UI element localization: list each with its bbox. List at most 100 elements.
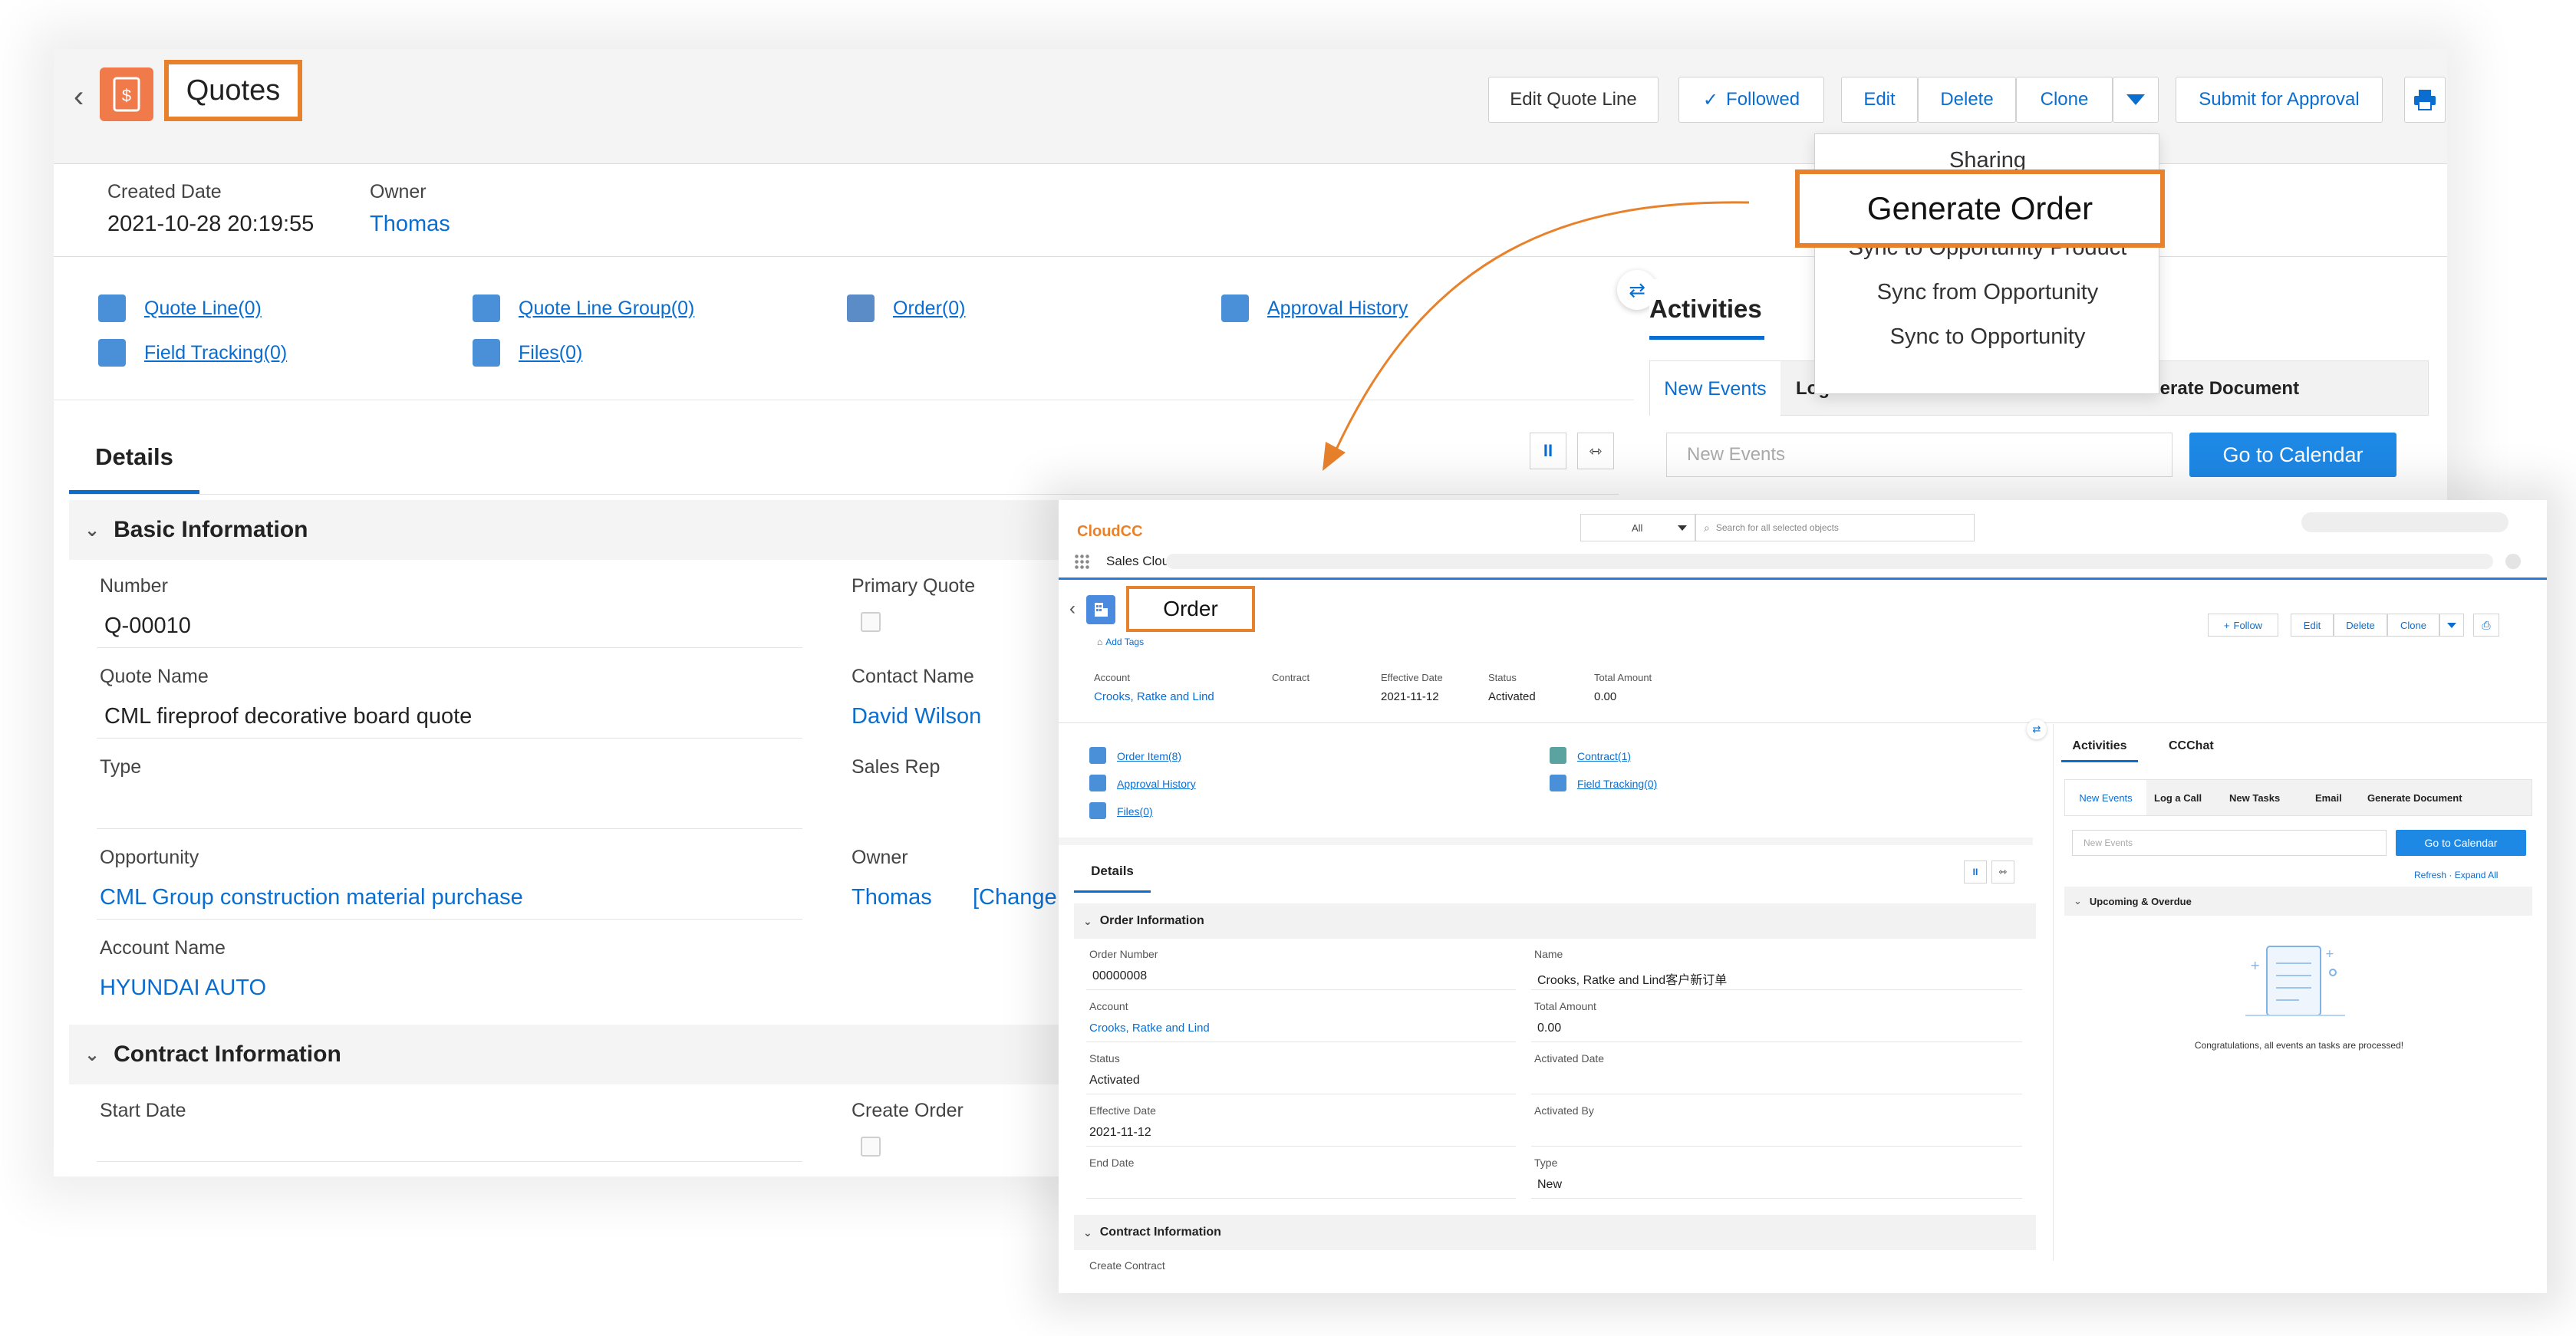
- order-title-text: Order: [1163, 597, 1218, 620]
- expand-all-link[interactable]: Expand All: [2455, 870, 2499, 880]
- summary-effective-value: 2021-11-12: [1381, 690, 1439, 703]
- order-object-icon: [1086, 595, 1115, 624]
- type-label: Type: [100, 756, 142, 778]
- field-divider: [1531, 1041, 2022, 1042]
- details-tab[interactable]: Details: [69, 423, 199, 494]
- order-expand-width-button[interactable]: ⇿: [1991, 861, 2014, 884]
- refresh-link[interactable]: Refresh: [2414, 870, 2446, 880]
- clone-button[interactable]: Clone: [2016, 77, 2113, 123]
- order-information-section[interactable]: ⌄ Order Information: [1074, 903, 2036, 939]
- order-clone-button[interactable]: Clone: [2387, 614, 2439, 637]
- start-date-label: Start Date: [100, 1100, 186, 1121]
- summary-account-link[interactable]: Crooks, Ratke and Lind: [1094, 690, 1214, 703]
- created-date-label: Created Date: [107, 181, 222, 202]
- follow-label: Follow: [2233, 619, 2263, 631]
- delete-button[interactable]: Delete: [1918, 77, 2016, 123]
- order-approval-history-link[interactable]: Approval History: [1117, 778, 1196, 790]
- more-actions-button[interactable]: [2113, 77, 2159, 123]
- refresh-expand-links: Refresh · Expand All: [2414, 870, 2498, 880]
- menu-item-sync-from-opportunity[interactable]: Sync from Opportunity: [1815, 280, 2160, 305]
- order-print-button[interactable]: ⎙: [2473, 614, 2499, 637]
- contract-information-section[interactable]: ⌄ Contract Information: [1074, 1215, 2036, 1250]
- create-order-checkbox[interactable]: [861, 1137, 881, 1157]
- contract-information-title: Contract Information: [114, 1041, 341, 1067]
- basic-information-section[interactable]: ⌄ Basic Information: [69, 500, 1128, 560]
- order-item-link[interactable]: Order Item(8): [1117, 750, 1181, 762]
- order-files-link[interactable]: Files(0): [1117, 805, 1153, 818]
- opportunity-link[interactable]: CML Group construction material purchase: [100, 885, 523, 910]
- go-to-calendar-button[interactable]: Go to Calendar: [2189, 433, 2396, 477]
- global-search-input[interactable]: ⌕ Search for all selected objects: [1695, 514, 1975, 541]
- order-tab-log-a-call[interactable]: Log a Call: [2154, 792, 2202, 804]
- order-tab-new-tasks[interactable]: New Tasks: [2229, 792, 2280, 804]
- menu-item-sharing[interactable]: Sharing: [1815, 148, 2160, 173]
- follow-button[interactable]: + Follow: [2208, 614, 2278, 637]
- edit-quote-line-button[interactable]: Edit Quote Line: [1488, 77, 1659, 123]
- caret-down-icon: [2447, 622, 2456, 628]
- order-field-tracking-link[interactable]: Field Tracking(0): [1577, 778, 1657, 790]
- primary-quote-checkbox[interactable]: [861, 612, 881, 632]
- tab-activities[interactable]: Activities: [2061, 732, 2138, 762]
- order-tab-generate-document[interactable]: Generate Document: [2367, 792, 2462, 804]
- contract-information-section[interactable]: ⌄ Contract Information: [69, 1025, 1128, 1084]
- field-divider: [1531, 1146, 2022, 1147]
- order-swap-panel-button[interactable]: ⇄: [2027, 719, 2047, 739]
- edit-button[interactable]: Edit: [1841, 77, 1918, 123]
- order-details-tab[interactable]: Details: [1074, 851, 1151, 893]
- caret-down-icon: [1678, 525, 1687, 531]
- svg-text:+: +: [2325, 948, 2334, 960]
- number-value: Q-00010: [104, 614, 191, 638]
- order-edit-button[interactable]: Edit: [2291, 614, 2334, 637]
- quote-line-group-link[interactable]: Quote Line Group(0): [519, 298, 694, 320]
- order-activity-input[interactable]: New Events: [2072, 830, 2387, 856]
- back-chevron-icon[interactable]: ‹: [1069, 598, 1076, 620]
- contract-link[interactable]: Contract(1): [1577, 750, 1631, 762]
- field-divider: [97, 738, 802, 739]
- cloud-icon: [1221, 295, 1249, 322]
- cloud-icon: [1089, 775, 1106, 791]
- order-tab-new-events[interactable]: New Events: [2065, 780, 2146, 815]
- field-divider: [97, 647, 802, 648]
- field-divider: [97, 919, 802, 920]
- owner-link[interactable]: Thomas: [370, 212, 450, 237]
- order-number-value: 00000008: [1092, 969, 1148, 982]
- upcoming-overdue-section[interactable]: ⌄ Upcoming & Overdue: [2064, 887, 2532, 916]
- order-window: CloudCC All ⌕ Search for all selected ob…: [1059, 500, 2547, 1293]
- field-divider: [1086, 1146, 1516, 1147]
- search-scope-select[interactable]: All: [1580, 514, 1695, 541]
- total-amount-value: 0.00: [1537, 1022, 1562, 1035]
- owner-change-link[interactable]: [Change: [973, 885, 1057, 910]
- account-link[interactable]: Crooks, Ratke and Lind: [1089, 1022, 1210, 1035]
- contact-name-link[interactable]: David Wilson: [852, 704, 981, 729]
- menu-item-sync-to-opportunity[interactable]: Sync to Opportunity: [1815, 324, 2160, 350]
- app-launcher-icon[interactable]: [1074, 554, 1089, 569]
- order-more-actions-button[interactable]: [2439, 614, 2464, 637]
- print-button[interactable]: [2404, 77, 2446, 123]
- total-amount-label: Total Amount: [1534, 1000, 1596, 1012]
- order-tab-email[interactable]: Email: [2315, 792, 2342, 804]
- nav-more-icon[interactable]: [2505, 554, 2521, 569]
- field-tracking-link[interactable]: Field Tracking(0): [144, 342, 287, 364]
- order-link[interactable]: Order(0): [893, 298, 965, 320]
- order-pause-button[interactable]: II: [1964, 861, 1987, 884]
- svg-text:+: +: [2250, 958, 2260, 972]
- menu-item-generate-order[interactable]: Generate Order: [1795, 169, 2165, 248]
- back-chevron-icon[interactable]: ‹: [74, 80, 84, 114]
- add-tags-link[interactable]: ⌂ Add Tags: [1097, 637, 1144, 647]
- summary-account-label: Account: [1094, 672, 1130, 683]
- owner-field-link[interactable]: Thomas: [852, 885, 932, 910]
- files-link[interactable]: Files(0): [519, 342, 582, 364]
- user-menu-placeholder[interactable]: [2301, 512, 2508, 532]
- order-information-title: Order Information: [1099, 914, 1204, 927]
- field-divider: [97, 828, 802, 829]
- followed-button[interactable]: ✓ Followed: [1678, 77, 1824, 123]
- cloud-icon: [98, 295, 126, 322]
- account-name-link[interactable]: HYUNDAI AUTO: [100, 976, 266, 1001]
- submit-for-approval-button[interactable]: Submit for Approval: [2176, 77, 2383, 123]
- tab-activities-label: Activities: [2072, 739, 2127, 752]
- order-go-to-calendar-button[interactable]: Go to Calendar: [2396, 830, 2526, 856]
- tab-ccchat[interactable]: CCChat: [2169, 739, 2214, 753]
- field-divider: [97, 1161, 802, 1162]
- quote-line-link[interactable]: Quote Line(0): [144, 298, 262, 320]
- order-delete-button[interactable]: Delete: [2334, 614, 2387, 637]
